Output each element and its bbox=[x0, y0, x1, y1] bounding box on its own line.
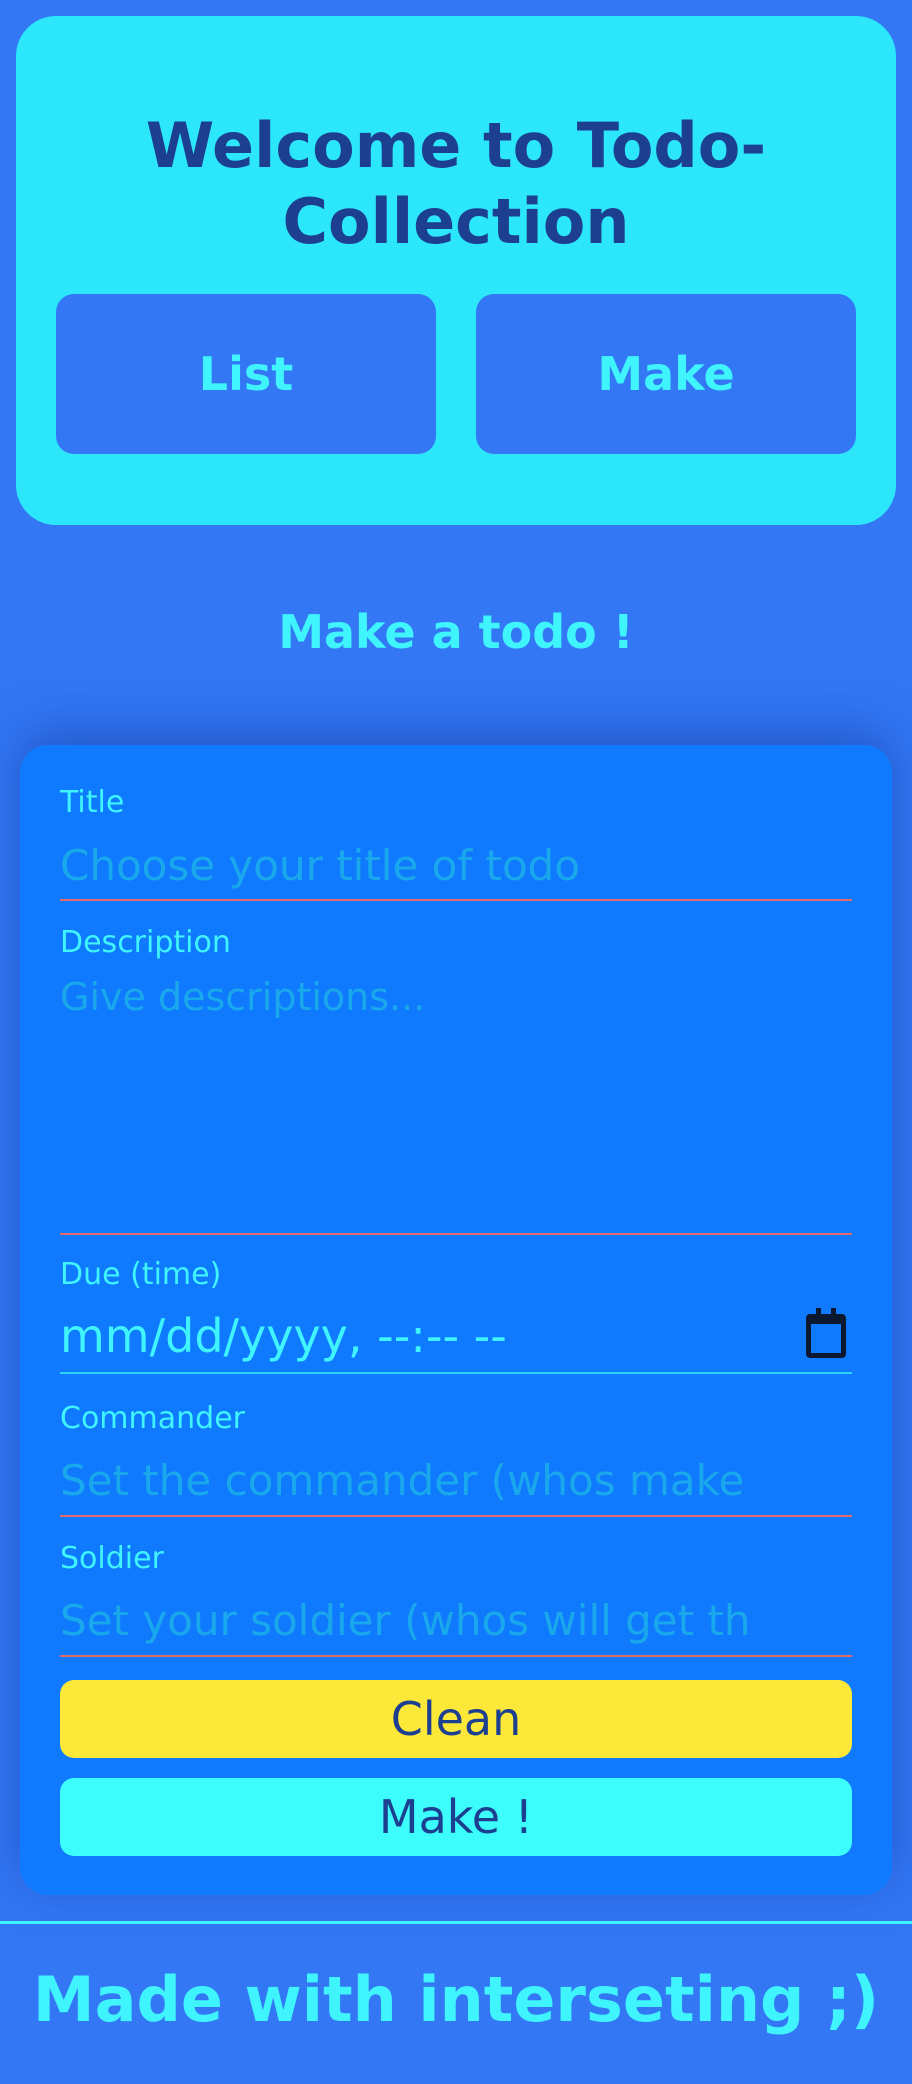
due-label: Due (time) bbox=[60, 1257, 222, 1292]
calendar-icon[interactable] bbox=[806, 1308, 846, 1358]
todo-form: Title Description Due (time) mm/dd/yyyy,… bbox=[20, 745, 892, 1895]
due-datetime-value: mm/dd/yyyy, --:-- -- bbox=[60, 1309, 507, 1363]
clean-button[interactable]: Clean bbox=[60, 1680, 852, 1758]
description-label: Description bbox=[60, 925, 231, 960]
description-textarea[interactable] bbox=[60, 971, 852, 1235]
section-heading: Make a todo ! bbox=[278, 605, 634, 659]
make-nav-button[interactable]: Make bbox=[476, 294, 856, 454]
title-label: Title bbox=[60, 785, 125, 820]
list-button[interactable]: List bbox=[56, 294, 436, 454]
soldier-input[interactable] bbox=[60, 1585, 852, 1657]
footer-divider bbox=[0, 1921, 912, 1924]
footer-text: Made with interseting ;) bbox=[32, 1963, 880, 2036]
make-submit-button[interactable]: Make ! bbox=[60, 1778, 852, 1856]
title-input[interactable] bbox=[60, 831, 852, 901]
page-title: Welcome to Todo-Collection bbox=[145, 109, 767, 258]
soldier-label: Soldier bbox=[60, 1541, 164, 1576]
commander-input[interactable] bbox=[60, 1445, 852, 1517]
due-datetime-input[interactable]: mm/dd/yyyy, --:-- -- bbox=[60, 1300, 852, 1374]
header-card: Welcome to Todo-Collection List Make bbox=[16, 16, 896, 525]
commander-label: Commander bbox=[60, 1401, 245, 1436]
